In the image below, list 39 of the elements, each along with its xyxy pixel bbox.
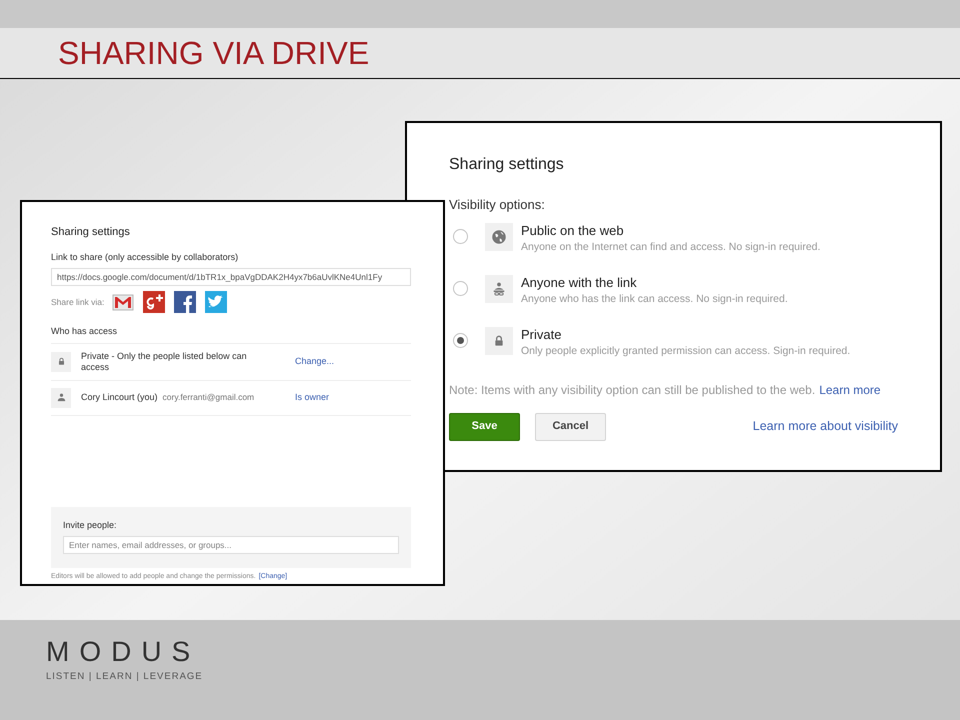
change-link[interactable]: Change... [295,354,334,368]
radio-button[interactable] [453,228,468,244]
cancel-button[interactable]: Cancel [535,412,606,440]
options-label: Visibility options: [449,196,546,214]
visibility-note: Note: Items with any visibility option can still be published to the web. [449,382,816,398]
invite-field[interactable]: Enter names, email addresses, or groups... [63,536,399,554]
help-link[interactable]: Learn more about visibility [752,417,898,436]
logo-wordmark: MODUS [46,638,202,666]
link-field[interactable]: https://docs.google.com/document/d/1bTR1x_bpaVgDDAK2H4yx7b6aUvlKNe4Unl1Fy [51,268,411,286]
share-via-label: Share link via: [51,296,104,308]
globe-icon [485,222,513,250]
option-description: Anyone who has the link can access. No sign-in required. [521,292,788,306]
gplus-icon[interactable] [143,291,166,313]
logo-tagline: LISTEN | LEARN | LEVERAGE [46,670,203,684]
learn-more-link[interactable]: Learn more [819,380,881,398]
person-icon [51,388,71,408]
option-label: Public on the web [521,222,625,238]
option-description: Anyone on the Internet can find and access. No sign-in required. [521,240,820,254]
access-heading: Who has access [51,325,411,344]
dialog-title: Sharing settings [449,155,565,175]
padlock-icon [51,352,71,372]
person-link-icon [485,274,513,302]
owner-label[interactable]: Is owner [295,390,330,404]
dialog-title: Sharing settings [51,225,131,240]
person-name: Cory Lincourt (you) [81,392,158,404]
option-description: Only people explicitly granted permission can access. Sign-in required. [521,344,850,358]
slide-title: SHARING VIA DRIVE [58,37,370,69]
radio-button[interactable] [453,332,468,348]
invite-label: Invite people: [63,518,118,532]
access-description: Private - Only the people listed below can access [81,350,248,372]
bird-icon[interactable] [205,291,228,313]
save-button[interactable]: Save [449,412,520,440]
link-label: Link to share (only accessible by collaborators) [51,250,240,264]
padlock-icon [485,326,513,354]
person-email: cory.ferranti@gmail.com [162,391,254,404]
option-label: Private [521,326,562,342]
facebook-f-icon[interactable] [174,291,196,313]
option-label: Anyone with the link [521,274,638,290]
radio-button[interactable] [453,280,468,296]
